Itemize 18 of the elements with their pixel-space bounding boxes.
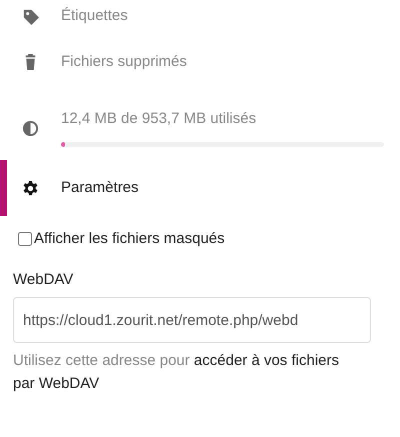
sidebar-item[interactable]: Paramètres bbox=[0, 160, 400, 216]
input-field[interactable]: https://cloud1.zourit.net/remote.php/webd bbox=[13, 297, 371, 343]
pie-chart-icon bbox=[22, 120, 39, 137]
sidebar-item[interactable]: 12,4 MB de 953,7 MB utilisés bbox=[0, 90, 400, 160]
sidebar-label: Fichiers supprimés bbox=[61, 53, 188, 71]
hint-text: Utilisez cette adresse pour accéder à vos fichiers par WebDAV bbox=[13, 351, 340, 394]
webdav-link[interactable]: par WebDAV bbox=[13, 375, 100, 392]
sidebar-label: Paramètres bbox=[61, 179, 140, 197]
field-label: WebDAV bbox=[13, 271, 74, 288]
webdav-link[interactable]: accéder à vos fichiers bbox=[194, 352, 339, 369]
sidebar-label: Étiquettes bbox=[61, 7, 129, 25]
checkbox-label[interactable]: Afficher les fichiers masqués bbox=[34, 230, 225, 247]
sidebar-item[interactable]: Fichiers supprimés bbox=[0, 34, 400, 90]
sidebar-item[interactable]: Étiquettes bbox=[0, 0, 400, 34]
settings-icon bbox=[22, 180, 39, 196]
checkbox[interactable] bbox=[18, 232, 32, 246]
tag-icon bbox=[22, 8, 39, 24]
quota-text: 12,4 MB de 953,7 MB utilisés bbox=[61, 110, 258, 128]
